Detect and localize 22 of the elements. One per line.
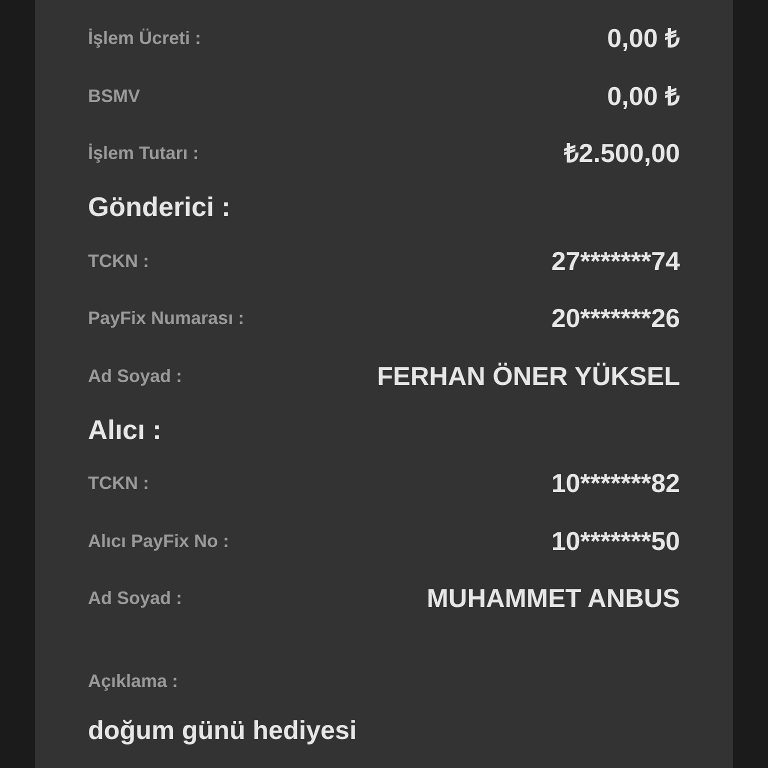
field-value: 27*******74 <box>551 244 680 278</box>
field-label: PayFix Numarası : <box>88 307 244 330</box>
section-heading: Alıcı : <box>88 414 162 447</box>
field-label: TCKN : <box>88 250 149 273</box>
field-label: TCKN : <box>88 472 149 496</box>
field-label: İşlem Tutarı : <box>88 142 199 166</box>
field-value: 10*******50 <box>551 524 680 558</box>
field-label: İşlem Ücreti : <box>88 27 202 50</box>
field-label: BSMV <box>88 84 140 108</box>
section-heading: Gönderici : <box>88 191 231 224</box>
field-value: ₺2.500,00 <box>564 137 680 170</box>
field-value: FERHAN ÖNER YÜKSEL <box>377 360 680 393</box>
field-value: 20*******26 <box>551 302 680 336</box>
field-label: Ad Soyad : <box>88 364 182 388</box>
field-label: Ad Soyad : <box>88 587 182 610</box>
field-label: Alıcı PayFix No : <box>88 530 230 553</box>
field-value: 0,00 ₺ <box>607 22 680 56</box>
description-text: doğum günü hediyesi <box>88 714 358 746</box>
field-label: Açıklama : <box>88 670 180 693</box>
field-value: 10*******82 <box>551 467 680 500</box>
field-value: 0,00 ₺ <box>607 80 680 113</box>
field-value: MUHAMMET ANBUS <box>426 582 680 616</box>
